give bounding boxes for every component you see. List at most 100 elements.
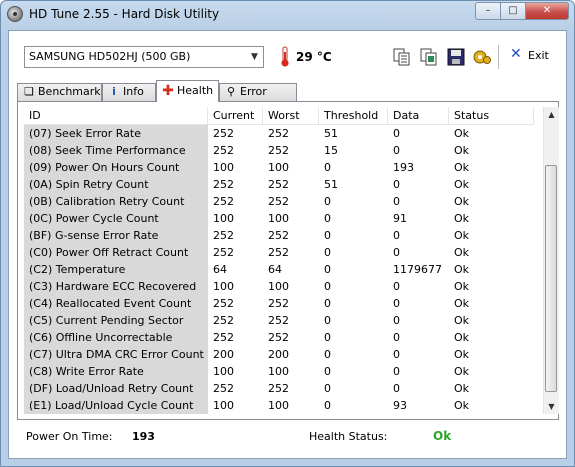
row-status: Ok: [454, 246, 470, 259]
vertical-scrollbar[interactable]: ▲ ▼: [543, 107, 559, 414]
row-threshold: 0: [324, 314, 331, 327]
row-id: (C8) Write Error Rate: [24, 363, 208, 380]
table-row[interactable]: (0A) Spin Retry Count 252 252 51 0 Ok: [24, 176, 534, 193]
table-row[interactable]: (C3) Hardware ECC Recovered 100 100 0 0 Ok: [24, 278, 534, 295]
chevron-down-icon[interactable]: ▼: [246, 47, 263, 67]
row-data: 0: [393, 331, 400, 344]
title-bar: HD Tune 2.55 - Hard Disk Utility – □ ✕: [1, 1, 574, 29]
row-status: Ok: [454, 382, 470, 395]
close-button[interactable]: ✕: [526, 2, 569, 20]
row-threshold: 0: [324, 246, 331, 259]
options-icon[interactable]: [472, 47, 492, 67]
row-id: (C5) Current Pending Sector: [24, 312, 208, 329]
row-threshold: 0: [324, 348, 331, 361]
table-row[interactable]: (C5) Current Pending Sector 252 252 0 0 Ok: [24, 312, 534, 329]
row-worst: 252: [268, 178, 289, 191]
row-threshold: 0: [324, 280, 331, 293]
row-threshold: 0: [324, 229, 331, 242]
row-id: (C6) Offline Uncorrectable: [24, 329, 208, 346]
row-worst: 64: [268, 263, 282, 276]
row-current: 252: [213, 144, 234, 157]
row-id: (DF) Load/Unload Retry Count: [24, 380, 208, 397]
row-status: Ok: [454, 263, 470, 276]
copy-screenshot-icon[interactable]: [419, 47, 439, 67]
table-row[interactable]: (E1) Load/Unload Cycle Count 100 100 0 93 Ok: [24, 397, 534, 414]
table-row[interactable]: (C7) Ultra DMA CRC Error Count 200 200 0 0 Ok: [24, 346, 534, 363]
table-row[interactable]: (09) Power On Hours Count 100 100 0 193 Ok: [24, 159, 534, 176]
table-body: (07) Seek Error Rate 252 252 51 0 Ok (08) Seek…: [24, 125, 534, 414]
hard-disk-icon: [7, 6, 23, 22]
row-id: (07) Seek Error Rate: [24, 125, 208, 142]
row-status: Ok: [454, 229, 470, 242]
benchmark-icon: ❏: [24, 85, 34, 98]
scroll-up-icon[interactable]: ▲: [544, 107, 559, 122]
row-data: 0: [393, 382, 400, 395]
row-data: 0: [393, 314, 400, 327]
row-data: 0: [393, 178, 400, 191]
table-row[interactable]: (C8) Write Error Rate 100 100 0 0 Ok: [24, 363, 534, 380]
column-header-current[interactable]: Current: [208, 107, 263, 124]
tab-error-scan[interactable]: ⚲ Error Scan: [219, 83, 297, 114]
scroll-down-icon[interactable]: ▼: [544, 399, 559, 414]
row-current: 100: [213, 280, 234, 293]
row-current: 252: [213, 314, 234, 327]
app-window: HD Tune 2.55 - Hard Disk Utility – □ ✕ S…: [0, 0, 575, 467]
column-header-id[interactable]: ID: [24, 107, 208, 124]
tab-health[interactable]: ✚ Health: [156, 80, 219, 102]
smart-table: ID Current Worst Threshold Data Status (…: [24, 107, 534, 416]
row-current: 100: [213, 212, 234, 225]
drive-select-value: SAMSUNG HD502HJ (500 GB): [29, 50, 191, 63]
row-current: 252: [213, 229, 234, 242]
row-worst: 252: [268, 127, 289, 140]
info-icon: i: [112, 85, 116, 98]
table-row[interactable]: (DF) Load/Unload Retry Count 252 252 0 0 Ok: [24, 380, 534, 397]
window-title: HD Tune 2.55 - Hard Disk Utility: [29, 7, 220, 21]
column-header-status[interactable]: Status: [449, 107, 534, 124]
row-worst: 252: [268, 382, 289, 395]
table-row[interactable]: (BF) G-sense Error Rate 252 252 0 0 Ok: [24, 227, 534, 244]
table-row[interactable]: (C6) Offline Uncorrectable 252 252 0 0 Ok: [24, 329, 534, 346]
minimize-button[interactable]: –: [475, 2, 501, 20]
column-header-worst[interactable]: Worst: [263, 107, 319, 124]
table-row[interactable]: (C2) Temperature 64 64 0 1179677 Ok: [24, 261, 534, 278]
row-id: (08) Seek Time Performance: [24, 142, 208, 159]
table-row[interactable]: (07) Seek Error Rate 252 252 51 0 Ok: [24, 125, 534, 142]
row-data: 0: [393, 297, 400, 310]
row-threshold: 0: [324, 195, 331, 208]
scrollbar-thumb[interactable]: [545, 165, 557, 392]
row-current: 200: [213, 348, 234, 361]
table-row[interactable]: (C4) Reallocated Event Count 252 252 0 0 Ok: [24, 295, 534, 312]
row-status: Ok: [454, 178, 470, 191]
row-current: 252: [213, 127, 234, 140]
row-data: 1179677: [393, 263, 442, 276]
tab-info[interactable]: i Info: [102, 83, 156, 101]
row-current: 252: [213, 195, 234, 208]
tab-benchmark[interactable]: ❏ Benchmark: [17, 83, 102, 101]
row-threshold: 51: [324, 127, 338, 140]
row-id: (C2) Temperature: [24, 261, 208, 278]
row-id: (C4) Reallocated Event Count: [24, 295, 208, 312]
status-footer: Power On Time: 193 Health Status: Ok: [17, 422, 559, 452]
row-data: 0: [393, 127, 400, 140]
row-data: 93: [393, 399, 407, 412]
table-row[interactable]: (C0) Power Off Retract Count 252 252 0 0 Ok: [24, 244, 534, 261]
table-row[interactable]: (08) Seek Time Performance 252 252 15 0 Ok: [24, 142, 534, 159]
row-id: (C3) Hardware ECC Recovered: [24, 278, 208, 295]
close-icon: ✕: [510, 46, 522, 62]
column-header-data[interactable]: Data: [388, 107, 449, 124]
copy-info-icon[interactable]: [392, 47, 412, 67]
health-panel: ID Current Worst Threshold Data Status (…: [17, 101, 559, 420]
row-threshold: 0: [324, 365, 331, 378]
column-header-threshold[interactable]: Threshold: [319, 107, 388, 124]
row-data: 0: [393, 365, 400, 378]
exit-label: Exit: [528, 49, 549, 62]
table-row[interactable]: (0C) Power Cycle Count 100 100 0 91 Ok: [24, 210, 534, 227]
table-row[interactable]: (0B) Calibration Retry Count 252 252 0 0 Ok: [24, 193, 534, 210]
row-threshold: 51: [324, 178, 338, 191]
row-current: 100: [213, 161, 234, 174]
maximize-button[interactable]: □: [501, 2, 526, 20]
drive-select[interactable]: SAMSUNG HD502HJ (500 GB) ▼: [24, 46, 264, 68]
row-threshold: 0: [324, 399, 331, 412]
save-icon[interactable]: [446, 47, 466, 67]
table-header: ID Current Worst Threshold Data Status: [24, 107, 534, 125]
